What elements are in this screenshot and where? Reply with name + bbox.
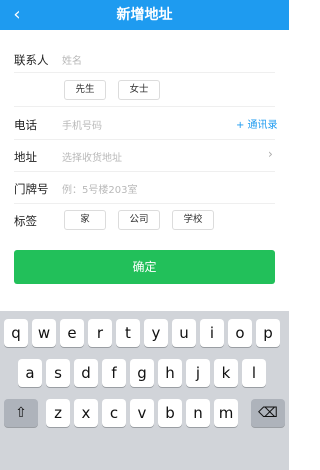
key-a[interactable]: a bbox=[18, 359, 42, 387]
address-book-link[interactable]: + 通讯录 bbox=[236, 116, 278, 131]
key-m[interactable]: m bbox=[214, 399, 238, 427]
phone-label: 电话 bbox=[14, 118, 37, 132]
delete-key[interactable]: ⌫ bbox=[251, 399, 285, 427]
house-number-label: 门牌号 bbox=[14, 182, 49, 196]
tag-company-button[interactable]: 公司 bbox=[118, 210, 160, 230]
tag-home-button[interactable]: 家 bbox=[64, 210, 106, 230]
gender-mr-button[interactable]: 先生 bbox=[64, 80, 106, 100]
key-l[interactable]: l bbox=[242, 359, 266, 387]
key-h[interactable]: h bbox=[158, 359, 182, 387]
gender-ms-button[interactable]: 女士 bbox=[118, 80, 160, 100]
address-label: 地址 bbox=[14, 150, 37, 164]
key-u[interactable]: u bbox=[172, 319, 196, 347]
key-i[interactable]: i bbox=[200, 319, 224, 347]
key-k[interactable]: k bbox=[214, 359, 238, 387]
key-x[interactable]: x bbox=[74, 399, 98, 427]
key-g[interactable]: g bbox=[130, 359, 154, 387]
key-j[interactable]: j bbox=[186, 359, 210, 387]
key-b[interactable]: b bbox=[158, 399, 182, 427]
address-form: 联系人 姓名 先生 女士 电话 手机号码 + 通讯录 地址 选择收货地址 › 门… bbox=[0, 30, 289, 300]
keyboard: q w e r t y u i o p a s d f g h j k l ⇧ … bbox=[0, 311, 289, 470]
key-f[interactable]: f bbox=[102, 359, 126, 387]
contact-label: 联系人 bbox=[14, 53, 49, 67]
navbar: ‹ 新增地址 bbox=[0, 0, 289, 30]
shift-icon: ⇧ bbox=[15, 405, 27, 421]
shift-key[interactable]: ⇧ bbox=[4, 399, 38, 427]
divider bbox=[14, 171, 275, 172]
key-r[interactable]: r bbox=[88, 319, 112, 347]
divider bbox=[14, 106, 275, 107]
chevron-right-icon: › bbox=[268, 147, 273, 161]
address-select[interactable]: 选择收货地址 bbox=[62, 149, 122, 164]
key-c[interactable]: c bbox=[102, 399, 126, 427]
tag-school-button[interactable]: 学校 bbox=[172, 210, 214, 230]
page-title: 新增地址 bbox=[116, 7, 173, 23]
divider bbox=[14, 139, 275, 140]
key-o[interactable]: o bbox=[228, 319, 252, 347]
key-e[interactable]: e bbox=[60, 319, 84, 347]
key-z[interactable]: z bbox=[46, 399, 70, 427]
key-s[interactable]: s bbox=[46, 359, 70, 387]
key-t[interactable]: t bbox=[116, 319, 140, 347]
key-p[interactable]: p bbox=[256, 319, 280, 347]
key-q[interactable]: q bbox=[4, 319, 28, 347]
name-input[interactable]: 姓名 bbox=[62, 52, 82, 67]
divider bbox=[14, 203, 275, 204]
key-v[interactable]: v bbox=[130, 399, 154, 427]
key-n[interactable]: n bbox=[186, 399, 210, 427]
divider bbox=[14, 72, 275, 73]
key-y[interactable]: y bbox=[144, 319, 168, 347]
key-d[interactable]: d bbox=[74, 359, 98, 387]
backspace-icon: ⌫ bbox=[258, 405, 278, 421]
house-number-input[interactable]: 例：5号楼203室 bbox=[62, 181, 137, 196]
confirm-button[interactable]: 确定 bbox=[14, 250, 275, 284]
key-w[interactable]: w bbox=[32, 319, 56, 347]
phone-input[interactable]: 手机号码 bbox=[62, 117, 102, 132]
tags-label: 标签 bbox=[14, 214, 37, 228]
